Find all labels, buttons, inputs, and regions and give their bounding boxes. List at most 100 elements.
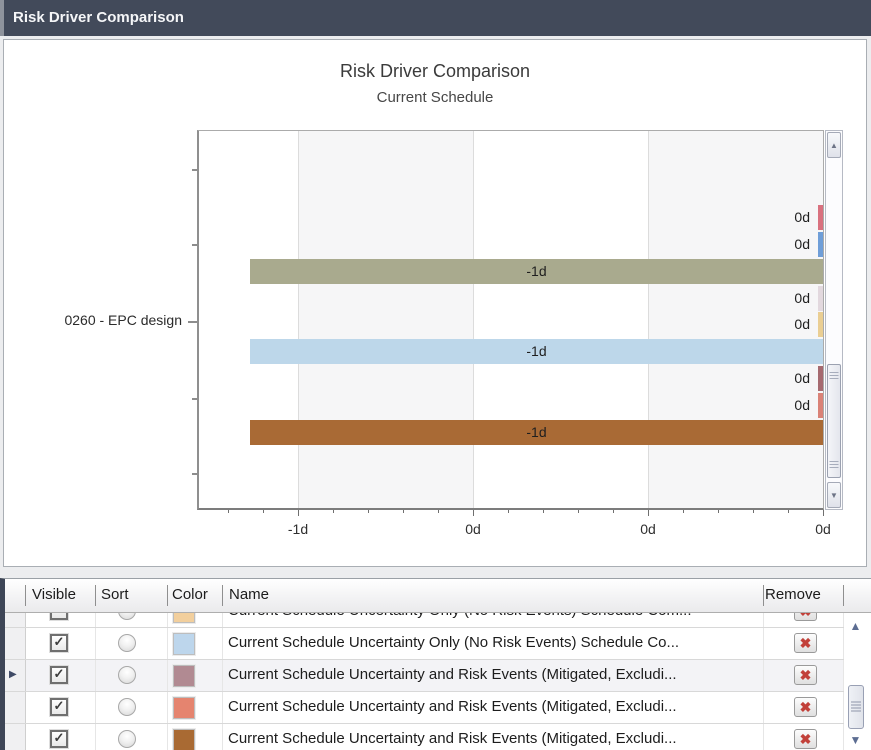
table-row[interactable]: ✓ Current Schedule Uncertainty and Risk E…	[5, 692, 871, 724]
bar-row: 0d	[199, 286, 823, 311]
column-separator	[167, 660, 168, 691]
bar-row: 0d	[199, 366, 823, 391]
chart-scrollbar-thumb[interactable]	[827, 364, 841, 478]
remove-button[interactable]: ✖	[794, 633, 817, 653]
x-axis-tick	[508, 510, 509, 513]
table-scroll-down-button[interactable]: ▼	[844, 733, 867, 747]
chart-subtitle: Current Schedule	[3, 89, 867, 106]
header-separator	[95, 585, 96, 606]
x-axis-label: 0d	[608, 521, 688, 537]
series-name: Current Schedule Uncertainty Only (No Ri…	[228, 613, 758, 626]
series-name: Current Schedule Uncertainty and Risk Ev…	[228, 724, 758, 750]
table-row[interactable]: ✓ Current Schedule Uncertainty Only (No R…	[5, 613, 871, 628]
bar-value-label: 0d	[794, 286, 810, 311]
sort-radio[interactable]	[118, 698, 136, 716]
bar-row: 0d	[199, 205, 823, 230]
x-axis-tick	[613, 510, 614, 513]
window-title-bar[interactable]: Risk Driver Comparison	[0, 0, 871, 36]
sort-radio[interactable]	[118, 730, 136, 748]
column-separator	[763, 692, 764, 723]
bar-value-label: -1d	[250, 339, 823, 364]
visible-checkbox[interactable]: ✓	[50, 698, 68, 716]
chart-scroll-up-button[interactable]: ▲	[827, 132, 841, 158]
bar-sliver	[818, 232, 823, 257]
bar-value-label: 0d	[794, 366, 810, 391]
table-scroll-up-button[interactable]: ▲	[844, 619, 867, 633]
remove-button[interactable]: ✖	[794, 729, 817, 749]
color-swatch[interactable]	[173, 665, 195, 687]
bar-sliver	[818, 205, 823, 230]
bar-row: 0d	[199, 312, 823, 337]
sort-radio[interactable]	[118, 666, 136, 684]
column-header-color: Color	[172, 579, 208, 611]
plot-area: 0d0d-1d0d0d-1d0d0d-1d	[197, 130, 824, 510]
remove-x-icon: ✖	[795, 698, 816, 716]
sort-radio[interactable]	[118, 613, 136, 620]
x-axis-tick	[543, 510, 544, 513]
column-separator	[167, 628, 168, 659]
chart-scroll-down-button[interactable]: ▼	[827, 482, 841, 508]
color-swatch[interactable]	[173, 697, 195, 719]
visible-checkbox[interactable]: ✓	[50, 666, 68, 684]
sort-radio[interactable]	[118, 634, 136, 652]
x-axis	[199, 510, 824, 518]
scroll-down-icon: ▼	[850, 733, 862, 747]
bar-value-label: 0d	[794, 312, 810, 337]
chart-title: Risk Driver Comparison	[3, 61, 867, 82]
row-gutter: ▶	[5, 660, 26, 691]
bar-value-label: 0d	[794, 205, 810, 230]
checkmark-icon: ✓	[52, 613, 66, 617]
x-axis-label: 0d	[433, 521, 513, 537]
y-axis-tick	[192, 473, 197, 475]
column-separator	[95, 724, 96, 750]
remove-x-icon: ✖	[795, 666, 816, 684]
column-separator	[95, 692, 96, 723]
remove-button[interactable]: ✖	[794, 665, 817, 685]
x-axis-tick	[718, 510, 719, 513]
column-separator	[222, 660, 223, 691]
x-axis-tick	[823, 510, 824, 516]
visible-checkbox[interactable]: ✓	[50, 634, 68, 652]
bar-row: 0d	[199, 393, 823, 418]
x-axis-tick	[298, 510, 299, 516]
bar-value-label: 0d	[794, 393, 810, 418]
bar-value-label: 0d	[794, 232, 810, 257]
x-axis-tick	[333, 510, 334, 513]
x-axis-tick	[368, 510, 369, 513]
visible-checkbox[interactable]: ✓	[50, 730, 68, 748]
scroll-down-icon: ▼	[830, 491, 838, 500]
scrollbar-grip	[830, 372, 839, 379]
visible-checkbox[interactable]: ✓	[50, 613, 68, 620]
header-separator	[25, 585, 26, 606]
header-separator	[222, 585, 223, 606]
x-axis-tick	[648, 510, 649, 516]
scrollbar-grip	[830, 461, 839, 468]
remove-button[interactable]: ✖	[794, 613, 817, 621]
color-swatch[interactable]	[173, 729, 195, 750]
y-axis-tick	[188, 321, 197, 323]
column-header-visible: Visible	[32, 579, 76, 611]
table-scrollbar-thumb[interactable]	[848, 685, 864, 729]
remove-x-icon: ✖	[795, 634, 816, 652]
x-axis-tick	[753, 510, 754, 513]
color-swatch[interactable]	[173, 633, 195, 655]
remove-x-icon: ✖	[795, 730, 816, 748]
scrollbar-grip	[851, 702, 861, 713]
table-row[interactable]: ▶✓Current Schedule Uncertainty and Risk …	[5, 660, 871, 692]
column-separator	[167, 724, 168, 750]
color-swatch[interactable]	[173, 613, 195, 623]
checkmark-icon: ✓	[52, 667, 66, 681]
row-gutter	[5, 692, 26, 723]
gridline	[823, 131, 824, 508]
x-axis-tick	[263, 510, 264, 513]
row-selector-arrow-icon: ▶	[9, 669, 17, 681]
row-gutter	[5, 628, 26, 659]
header-separator	[167, 585, 168, 606]
table-row[interactable]: ✓ Current Schedule Uncertainty and Risk E…	[5, 724, 871, 750]
series-name: Current Schedule Uncertainty and Risk Ev…	[228, 692, 758, 722]
table-row[interactable]: ✓Current Schedule Uncertainty Only (No R…	[5, 628, 871, 660]
column-header-sort: Sort	[101, 579, 129, 611]
remove-button[interactable]: ✖	[794, 697, 817, 717]
bar: -1d	[250, 420, 823, 445]
bar-row: -1d	[199, 259, 823, 284]
